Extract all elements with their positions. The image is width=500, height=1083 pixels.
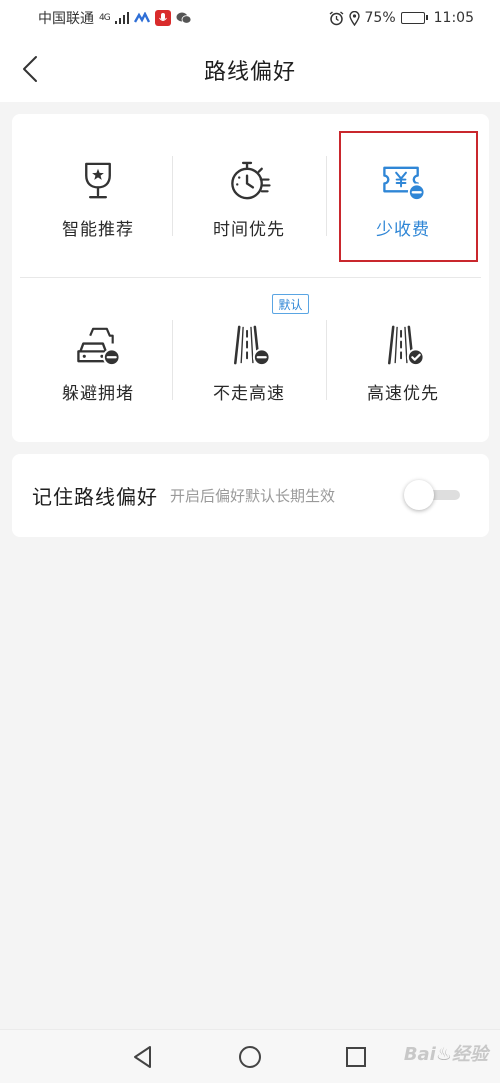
nav-home-icon[interactable] — [237, 1044, 263, 1070]
nav-back-icon[interactable] — [130, 1044, 156, 1070]
remember-toggle[interactable] — [404, 479, 462, 511]
header: 路线偏好 — [0, 36, 500, 102]
option-label: 躲避拥堵 — [62, 384, 134, 404]
option-avoid-congestion[interactable]: 躲避拥堵 — [23, 284, 173, 404]
battery-percent: 75% — [364, 10, 396, 26]
remember-title: 记住路线偏好 — [32, 485, 158, 509]
highway-minus-icon — [234, 325, 271, 367]
app-notification-icon — [133, 12, 150, 23]
signal-icon — [114, 12, 129, 24]
toggle-knob — [404, 480, 434, 510]
microphone-icon — [154, 10, 171, 26]
status-bar: 中国联通 4G 75% 11:05 — [0, 0, 500, 36]
option-label: 时间优先 — [213, 220, 285, 240]
alarm-icon — [329, 10, 343, 25]
carrier-label: 中国联通 — [38, 11, 94, 27]
option-time-first[interactable]: 时间优先 — [174, 120, 324, 240]
row-divider — [20, 277, 481, 278]
option-label: 高速优先 — [367, 384, 439, 404]
network-label: 4G — [99, 12, 111, 23]
page-title: 路线偏好 — [203, 60, 296, 85]
status-left: 中国联通 4G — [38, 8, 192, 28]
option-smart-recommend[interactable]: 智能推荐 — [23, 120, 173, 240]
stopwatch-icon — [231, 161, 271, 200]
option-label: 智能推荐 — [62, 220, 134, 240]
option-highway-first[interactable]: 高速优先 — [328, 284, 478, 404]
remember-preference-card: 记住路线偏好 开启后偏好默认长期生效 — [12, 454, 489, 537]
nav-recents-icon[interactable] — [343, 1044, 369, 1070]
option-label: 少收费 — [376, 220, 430, 240]
status-right: 75% 11:05 — [329, 10, 474, 26]
toll-ticket-minus-icon — [383, 166, 426, 202]
baidu-jingyan-watermark: Bai♨经验 — [403, 1044, 488, 1065]
wechat-icon — [176, 12, 192, 24]
option-less-toll[interactable]: 少收费 — [328, 120, 478, 240]
divider — [326, 156, 327, 236]
location-icon — [348, 10, 360, 26]
battery-icon — [400, 12, 428, 24]
divider — [172, 156, 173, 236]
clock-time: 11:05 — [433, 10, 474, 26]
remember-description: 开启后偏好默认长期生效 — [170, 487, 336, 505]
highway-check-icon — [388, 325, 425, 367]
divider — [326, 320, 327, 400]
route-options-card: 智能推荐 时间优先 少收费 躲避拥堵 不走高速 高速优先 默认 — [12, 114, 489, 442]
trophy-cup-icon — [85, 162, 111, 199]
divider — [172, 320, 173, 400]
car-traffic-minus-icon — [77, 327, 121, 367]
default-badge: 默认 — [272, 294, 309, 314]
option-label: 不走高速 — [213, 384, 285, 404]
